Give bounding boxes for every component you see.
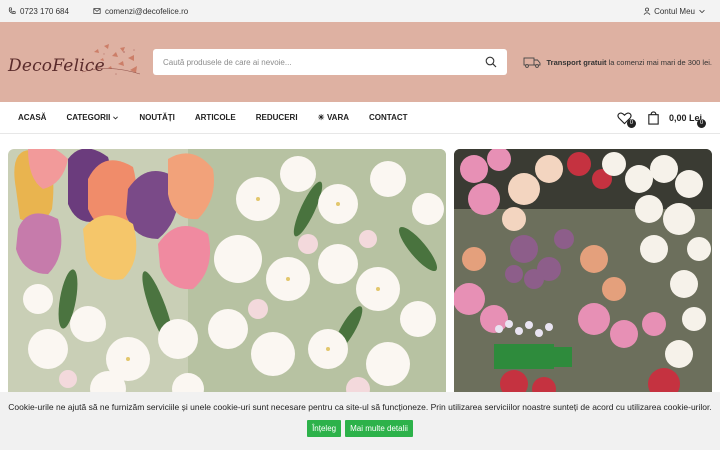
flowers-photo-tulips	[8, 149, 446, 399]
nav-label: ☀ VARA	[317, 113, 350, 122]
main-navigation: ACASĂ CATEGORII NOUTĂȚI ARTICOLE REDUCER…	[0, 102, 720, 134]
nav-item-noutati[interactable]: NOUTĂȚI	[139, 113, 175, 122]
search-bar[interactable]	[153, 49, 507, 75]
phone-icon	[8, 7, 16, 14]
envelope-icon	[93, 8, 101, 14]
nav-item-contact[interactable]: CONTACT	[369, 113, 408, 122]
search-input[interactable]	[163, 57, 485, 67]
nav-item-categorii[interactable]: CATEGORII	[66, 113, 119, 122]
wishlist-count-badge: 0	[626, 118, 636, 128]
site-header: DecoFelice Transport gratuit la comenzi …	[0, 22, 720, 102]
nav-label: NOUTĂȚI	[139, 113, 175, 122]
nav-item-vara[interactable]: ☀ VARA	[318, 113, 349, 122]
cookie-more-details-button[interactable]: Mai multe detalii	[345, 420, 413, 437]
wishlist-button[interactable]: 0	[617, 111, 636, 128]
account-label: Contul Meu	[654, 6, 695, 16]
phone-contact[interactable]: 0723 170 684	[8, 7, 69, 16]
nav-item-acasa[interactable]: ACASĂ	[18, 113, 46, 122]
truck-icon	[523, 57, 540, 68]
chevron-down-icon	[699, 9, 705, 14]
free-shipping-notice: Transport gratuit la comenzi mai mari de…	[523, 56, 712, 68]
shipping-bold: Transport gratuit	[546, 57, 607, 67]
email-contact[interactable]: comenzi@decofelice.ro	[93, 7, 188, 16]
shipping-text: Transport gratuit la comenzi mai mari de…	[547, 58, 712, 67]
cart-button[interactable]: 0 0,00 Lei	[646, 110, 706, 128]
hero-banner-side[interactable]	[454, 149, 712, 399]
shopping-bag-icon	[648, 110, 659, 125]
user-icon	[643, 7, 651, 15]
cookie-text: Cookie-urile ne ajută să ne furnizăm ser…	[8, 402, 712, 412]
shipping-rest: la comenzi mai mari de 300 lei.	[606, 57, 712, 67]
chevron-down-icon	[113, 116, 119, 120]
nav-item-reduceri[interactable]: REDUCERI	[256, 113, 298, 122]
nav-label: CONTACT	[369, 113, 408, 122]
cookie-accept-button[interactable]: Înțeleg	[307, 420, 342, 437]
cart-count-badge: 0	[697, 118, 706, 128]
nav-item-articole[interactable]: ARTICOLE	[195, 113, 236, 122]
nav-label: ACASĂ	[18, 113, 47, 122]
hero-banners	[8, 149, 712, 399]
nav-label: ARTICOLE	[194, 113, 236, 122]
top-bar: 0723 170 684 comenzi@decofelice.ro Contu…	[0, 0, 720, 22]
nav-label: CATEGORII	[66, 113, 111, 122]
cookie-banner: Cookie-urile ne ajută să ne furnizăm ser…	[0, 392, 720, 450]
search-icon[interactable]	[485, 56, 497, 68]
hero-banner-main[interactable]	[8, 149, 446, 399]
site-logo[interactable]: DecoFelice	[8, 38, 141, 86]
nav-label: REDUCERI	[255, 113, 298, 122]
logo-text: DecoFelice	[8, 56, 105, 76]
flowers-photo-shop	[454, 149, 712, 399]
email-address: comenzi@decofelice.ro	[104, 6, 189, 16]
account-menu[interactable]: Contul Meu	[643, 7, 706, 16]
phone-number: 0723 170 684	[20, 6, 69, 16]
